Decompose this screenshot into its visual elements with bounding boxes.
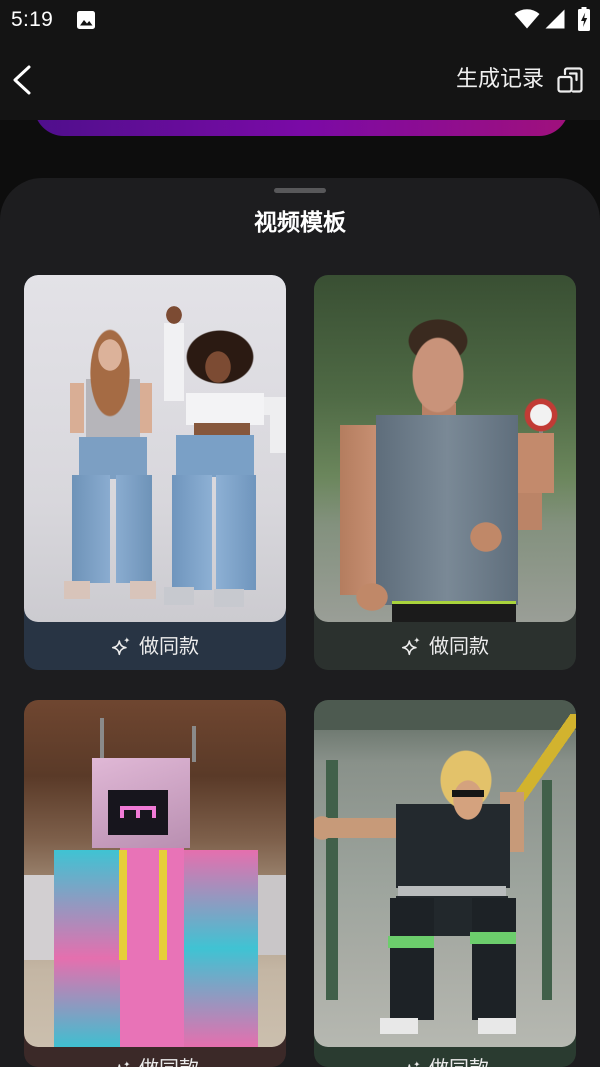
sheet-title: 视频模板 xyxy=(254,210,346,236)
use-template-label: 做同款 xyxy=(139,634,199,658)
history-icon xyxy=(557,67,583,93)
template-thumbnail[interactable] xyxy=(24,275,286,622)
use-template-label: 做同款 xyxy=(429,634,489,658)
template-card[interactable]: 做同款 xyxy=(24,275,286,670)
generation-history-label: 生成记录 xyxy=(456,67,545,92)
template-thumbnail[interactable] xyxy=(314,700,576,1047)
status-bar: 5:19 xyxy=(0,0,600,40)
sparkle-icon xyxy=(401,637,420,656)
top-app-bar: 生成记录 xyxy=(0,40,600,120)
status-time: 5:19 xyxy=(11,8,54,31)
sparkle-icon xyxy=(111,637,130,656)
app-screen: 5:19 生成记录 视频模板 做同款 做同款 xyxy=(0,0,600,1067)
use-template-button[interactable]: 做同款 xyxy=(24,1047,286,1067)
generation-history-button[interactable]: 生成记录 xyxy=(450,60,590,100)
back-arrow-icon xyxy=(13,65,31,95)
use-template-label: 做同款 xyxy=(139,1056,199,1067)
use-template-button[interactable]: 做同款 xyxy=(24,622,286,670)
template-thumbnail[interactable] xyxy=(314,275,576,622)
use-template-button[interactable]: 做同款 xyxy=(314,1047,576,1067)
template-card[interactable]: 做同款 xyxy=(24,700,286,1067)
battery-charging-icon xyxy=(578,7,590,31)
use-template-button[interactable]: 做同款 xyxy=(314,622,576,670)
template-thumbnail[interactable] xyxy=(24,700,286,1047)
image-icon xyxy=(77,11,95,29)
use-template-label: 做同款 xyxy=(429,1056,489,1067)
template-card[interactable]: 做同款 xyxy=(314,700,576,1067)
sheet-drag-handle[interactable] xyxy=(274,188,326,193)
back-button[interactable] xyxy=(3,60,43,100)
sparkle-icon xyxy=(408,1061,420,1067)
wifi-icon xyxy=(514,9,540,29)
sparkle-icon xyxy=(118,1061,130,1067)
template-card[interactable]: 做同款 xyxy=(314,275,576,670)
video-template-sheet: 视频模板 做同款 做同款 xyxy=(0,178,600,1067)
signal-icon xyxy=(545,9,565,29)
